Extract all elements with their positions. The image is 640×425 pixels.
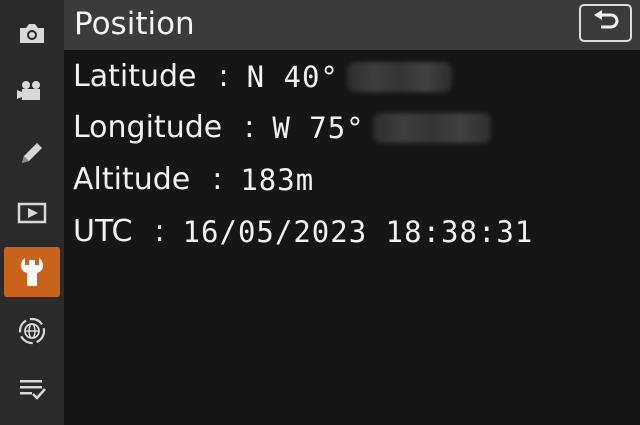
page-title: Position [74, 6, 195, 42]
altitude-label: Altitude [73, 162, 191, 197]
longitude-value: W 75° [272, 111, 365, 145]
sidebar-item-playback[interactable] [4, 188, 60, 238]
latitude-label: Latitude [73, 59, 197, 94]
sidebar-item-setup[interactable] [4, 247, 60, 297]
utc-label: UTC [73, 214, 133, 249]
latitude-row: Latitude : N 40° [73, 55, 452, 99]
return-arrow-icon [593, 10, 618, 29]
latitude-redacted-blur [346, 62, 452, 92]
camera-icon [20, 24, 44, 43]
sidebar-item-network[interactable] [4, 306, 60, 356]
menu-header: Position [64, 0, 640, 50]
wrench-icon [21, 258, 43, 286]
menu-sidebar [0, 0, 64, 425]
utc-separator: : [154, 214, 165, 249]
sidebar-item-photo-shooting[interactable] [4, 8, 60, 58]
altitude-value: 183m [240, 163, 315, 197]
position-info-panel: Latitude : N 40° Longitude : W 75° Altit… [64, 50, 640, 425]
movie-camera-icon [17, 81, 40, 100]
longitude-label: Longitude [73, 110, 223, 145]
altitude-row: Altitude : 183m [73, 158, 314, 202]
utc-row: UTC : 16/05/2023 18:38:31 [73, 210, 533, 254]
altitude-separator: : [212, 162, 223, 197]
utc-value: 16/05/2023 18:38:31 [182, 215, 534, 249]
longitude-separator: : [244, 110, 255, 145]
sidebar-item-my-menu[interactable] [4, 364, 60, 414]
my-menu-checklist-icon [20, 380, 46, 400]
pencil-icon [22, 143, 42, 163]
sidebar-item-movie-recording[interactable] [4, 66, 60, 116]
playback-icon [17, 202, 47, 224]
latitude-separator: : [218, 59, 229, 94]
longitude-row: Longitude : W 75° [73, 106, 491, 150]
sidebar-item-custom-settings[interactable] [4, 128, 60, 178]
network-globe-icon [18, 317, 46, 345]
back-button[interactable] [579, 4, 632, 42]
latitude-value: N 40° [246, 60, 339, 94]
longitude-redacted-blur [372, 113, 491, 143]
